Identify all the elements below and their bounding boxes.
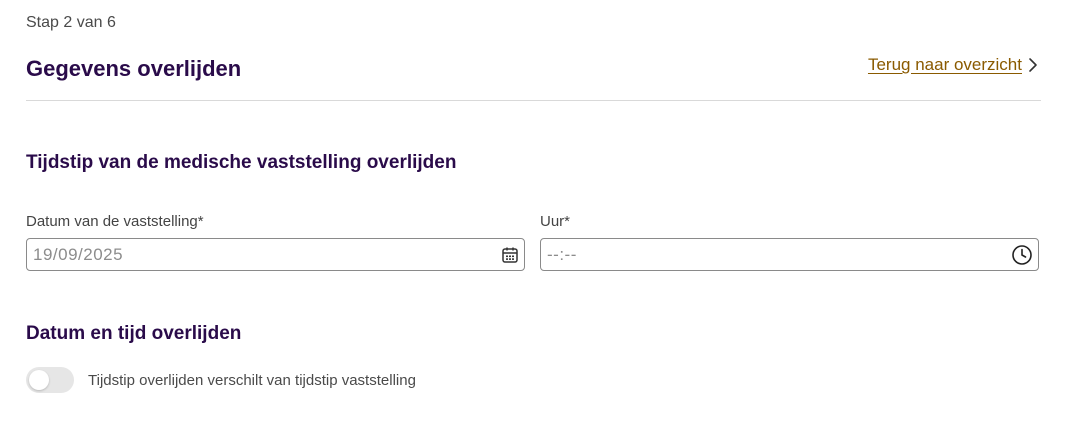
toggle-row: Tijdstip overlijden verschilt van tijdst… (26, 367, 416, 393)
back-link-label: Terug naar overzicht (867, 55, 1022, 74)
different-time-toggle[interactable] (26, 367, 74, 393)
header-divider (26, 100, 1041, 101)
section-title-vaststelling: Tijdstip van de medische vaststelling ov… (26, 152, 457, 173)
toggle-knob (29, 370, 49, 390)
time-field-label: Uur* (540, 213, 571, 230)
time-field-value: --:-- (547, 244, 577, 264)
time-field[interactable]: --:-- (540, 238, 1039, 271)
clock-icon[interactable] (1011, 244, 1033, 266)
chevron-right-icon (1028, 57, 1038, 73)
date-field-value: 19/09/2025 (33, 244, 124, 264)
step-indicator: Stap 2 van 6 (26, 14, 116, 31)
section-title-overlijden: Datum en tijd overlijden (26, 323, 242, 344)
back-to-overview-link[interactable]: Terug naar overzicht (868, 55, 1038, 75)
page-title: Gegevens overlijden (26, 56, 242, 81)
date-field[interactable]: 19/09/2025 (26, 238, 525, 271)
toggle-label: Tijdstip overlijden verschilt van tijdst… (88, 371, 416, 389)
page: Stap 2 van 6 Gegevens overlijden Terug n… (0, 0, 1072, 435)
calendar-icon[interactable] (501, 246, 519, 264)
date-field-label: Datum van de vaststelling* (26, 213, 204, 230)
